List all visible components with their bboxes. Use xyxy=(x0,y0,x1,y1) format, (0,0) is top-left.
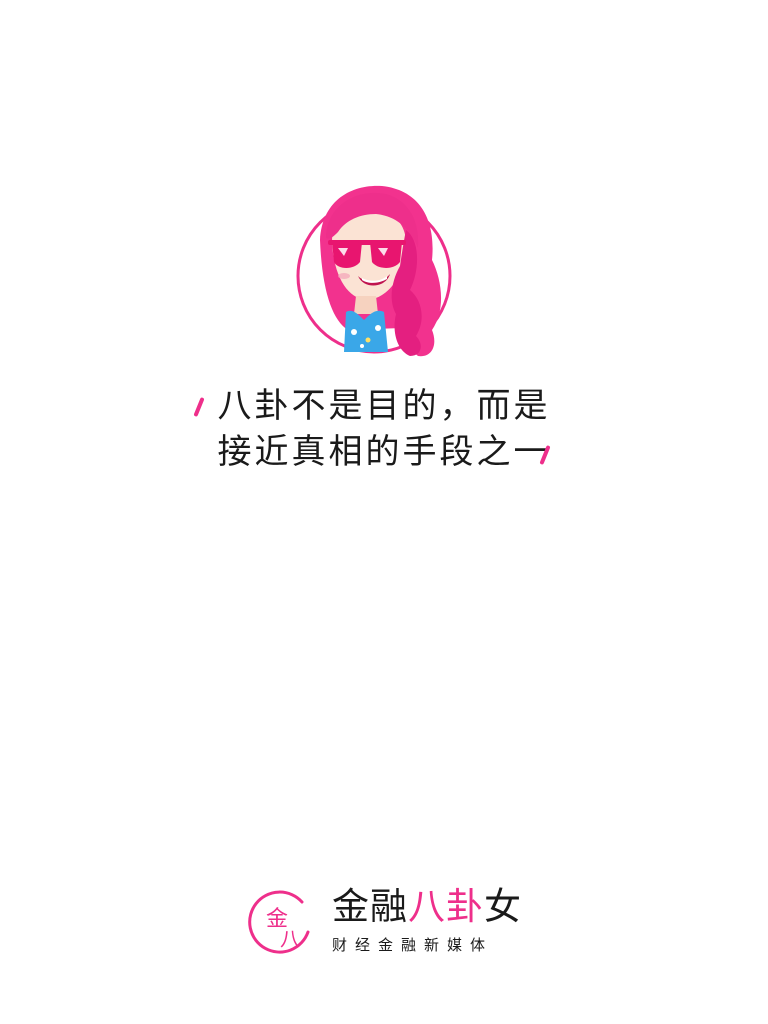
slogan-line-2: 接近真相的手段之一 xyxy=(217,432,551,472)
brand-name-part-2: 八卦 xyxy=(408,885,484,928)
brand-name: 金融八卦女 xyxy=(332,888,522,926)
circle-jin-ba-logo-icon: 金 八 xyxy=(248,890,310,954)
avatar-illustration xyxy=(296,185,452,357)
brand-footer: 金 八 金融八卦女 财经金融新媒体 xyxy=(246,884,521,964)
neck-shape xyxy=(354,296,378,314)
logo-glyph-ba: 八 xyxy=(280,927,300,951)
brand-name-part-3: 女 xyxy=(484,885,522,928)
slogan-line-1: 八卦不是目的，而是 xyxy=(217,386,551,426)
brand-name-part-1: 金融 xyxy=(332,885,408,928)
brand-tagline: 财经金融新媒体 xyxy=(332,936,494,954)
